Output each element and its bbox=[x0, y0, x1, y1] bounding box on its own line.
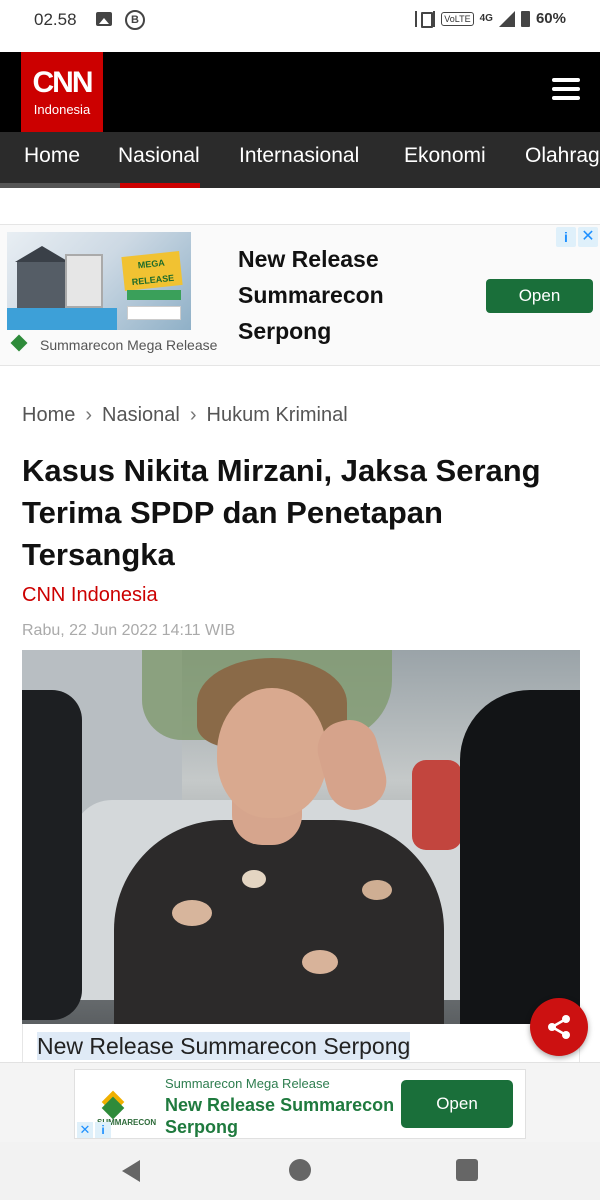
recent-apps-icon[interactable] bbox=[456, 1159, 478, 1181]
ad-advertiser-row: Summarecon Mega Release bbox=[10, 337, 217, 353]
inline-ad-caption-text[interactable]: New Release Summarecon Serpong bbox=[37, 1032, 411, 1060]
battery-percent: 60% bbox=[535, 10, 566, 27]
ad-banner-bottom[interactable]: SUMMARECON Summarecon Mega Release New R… bbox=[0, 1062, 600, 1142]
article-title: Kasus Nikita Mirzani, Jaksa Serang Terim… bbox=[22, 453, 541, 572]
logo-sub-text: Indonesia bbox=[33, 102, 91, 117]
breadcrumb: Home › Nasional › Hukum Kriminal bbox=[22, 404, 348, 427]
photo-camera-right bbox=[460, 690, 580, 1024]
signal-icon bbox=[498, 10, 515, 27]
hamburger-menu-icon[interactable] bbox=[552, 78, 580, 102]
summarecon-logo-icon bbox=[10, 337, 30, 353]
ad-advertiser-name: Summarecon Mega Release bbox=[40, 337, 218, 353]
ad-thumbnail-image[interactable]: MEGA RELEASE bbox=[7, 232, 191, 330]
nav-item-home[interactable]: Home bbox=[24, 132, 80, 188]
status-time: 02.58 bbox=[34, 10, 77, 29]
ad-open-button[interactable]: Open bbox=[486, 279, 593, 313]
photo-pattern bbox=[362, 880, 392, 900]
home-icon[interactable] bbox=[289, 1159, 311, 1181]
vibrate-icon bbox=[415, 10, 436, 28]
summarecon-logo-icon bbox=[99, 1094, 127, 1116]
nav-item-ekonomi[interactable]: Ekonomi bbox=[404, 132, 486, 188]
ad-info-icon[interactable]: i bbox=[556, 227, 576, 247]
ad-headline[interactable]: New Release Summarecon Serpong bbox=[238, 241, 438, 349]
article-date: Rabu, 22 Jun 2022 14:11 WIB bbox=[22, 622, 236, 639]
share-icon bbox=[548, 1015, 570, 1039]
share-button[interactable] bbox=[530, 998, 588, 1056]
category-nav: Home Nasional Internasional Ekonomi Olah… bbox=[0, 132, 600, 188]
inline-ad-caption[interactable]: New Release Summarecon Serpong bbox=[22, 1024, 580, 1064]
volte-icon: VoLTE bbox=[441, 11, 474, 26]
status-bar: 02.58 B VoLTE 4G 60% bbox=[0, 0, 600, 52]
nav-item-olahraga[interactable]: Olahraga bbox=[525, 132, 600, 188]
breadcrumb-hukum-kriminal[interactable]: Hukum Kriminal bbox=[207, 404, 348, 427]
cnn-indonesia-logo[interactable]: CNN Indonesia bbox=[21, 52, 103, 132]
photo-camera-left bbox=[22, 690, 82, 1020]
image-notification-icon bbox=[96, 12, 112, 26]
ad-close-icon[interactable]: ✕ bbox=[578, 227, 598, 247]
ad-bottom-open-button[interactable]: Open bbox=[401, 1080, 513, 1128]
photo-pattern bbox=[172, 900, 212, 926]
ad-bottom-info-icon[interactable]: i bbox=[95, 1122, 111, 1138]
breadcrumb-nasional[interactable]: Nasional bbox=[102, 404, 180, 427]
network-type: 4G bbox=[479, 13, 493, 24]
system-nav-bar bbox=[0, 1142, 600, 1200]
ad-pool-shape bbox=[7, 308, 117, 330]
ad-bottom-card[interactable]: SUMMARECON Summarecon Mega Release New R… bbox=[74, 1069, 526, 1139]
battery-icon bbox=[520, 10, 530, 27]
ad-house-shape bbox=[15, 246, 69, 308]
photo-subject-body bbox=[114, 820, 444, 1024]
ad-badge-box bbox=[127, 306, 181, 320]
ad-bottom-advertiser: Summarecon Mega Release bbox=[165, 1076, 330, 1091]
breadcrumb-separator: › bbox=[85, 404, 93, 426]
b-notification-icon: B bbox=[125, 10, 145, 30]
photo-pattern bbox=[302, 950, 338, 974]
article-photo[interactable] bbox=[22, 650, 580, 1024]
back-icon[interactable] bbox=[122, 1160, 140, 1182]
ad-house-shape-2 bbox=[65, 254, 103, 308]
ad-mega-release-badge: MEGA RELEASE bbox=[121, 251, 183, 291]
status-right-group: VoLTE 4G 60% bbox=[415, 10, 566, 28]
ad-banner-top[interactable]: MEGA RELEASE Summarecon Mega Release New… bbox=[0, 224, 600, 366]
nav-item-nasional[interactable]: Nasional bbox=[118, 132, 200, 188]
photo-bg-person bbox=[412, 760, 462, 850]
site-header: CNN Indonesia bbox=[0, 52, 600, 132]
nav-item-internasional[interactable]: Internasional bbox=[239, 132, 359, 188]
article-author[interactable]: CNN Indonesia bbox=[22, 584, 158, 607]
breadcrumb-home[interactable]: Home bbox=[22, 404, 75, 427]
ad-badge-strip bbox=[127, 290, 181, 300]
breadcrumb-separator: › bbox=[189, 404, 197, 426]
photo-pattern bbox=[242, 870, 266, 888]
ad-bottom-headline[interactable]: New Release Summarecon Serpong bbox=[165, 1094, 395, 1138]
ad-bottom-close-icon[interactable]: ✕ bbox=[77, 1122, 93, 1138]
photo-subject-face bbox=[217, 688, 327, 818]
page: 02.58 B VoLTE 4G 60% CNN Indonesia Home … bbox=[0, 0, 600, 1200]
nav-scroll-indicator bbox=[0, 183, 120, 188]
logo-main-text: CNN bbox=[32, 66, 94, 99]
